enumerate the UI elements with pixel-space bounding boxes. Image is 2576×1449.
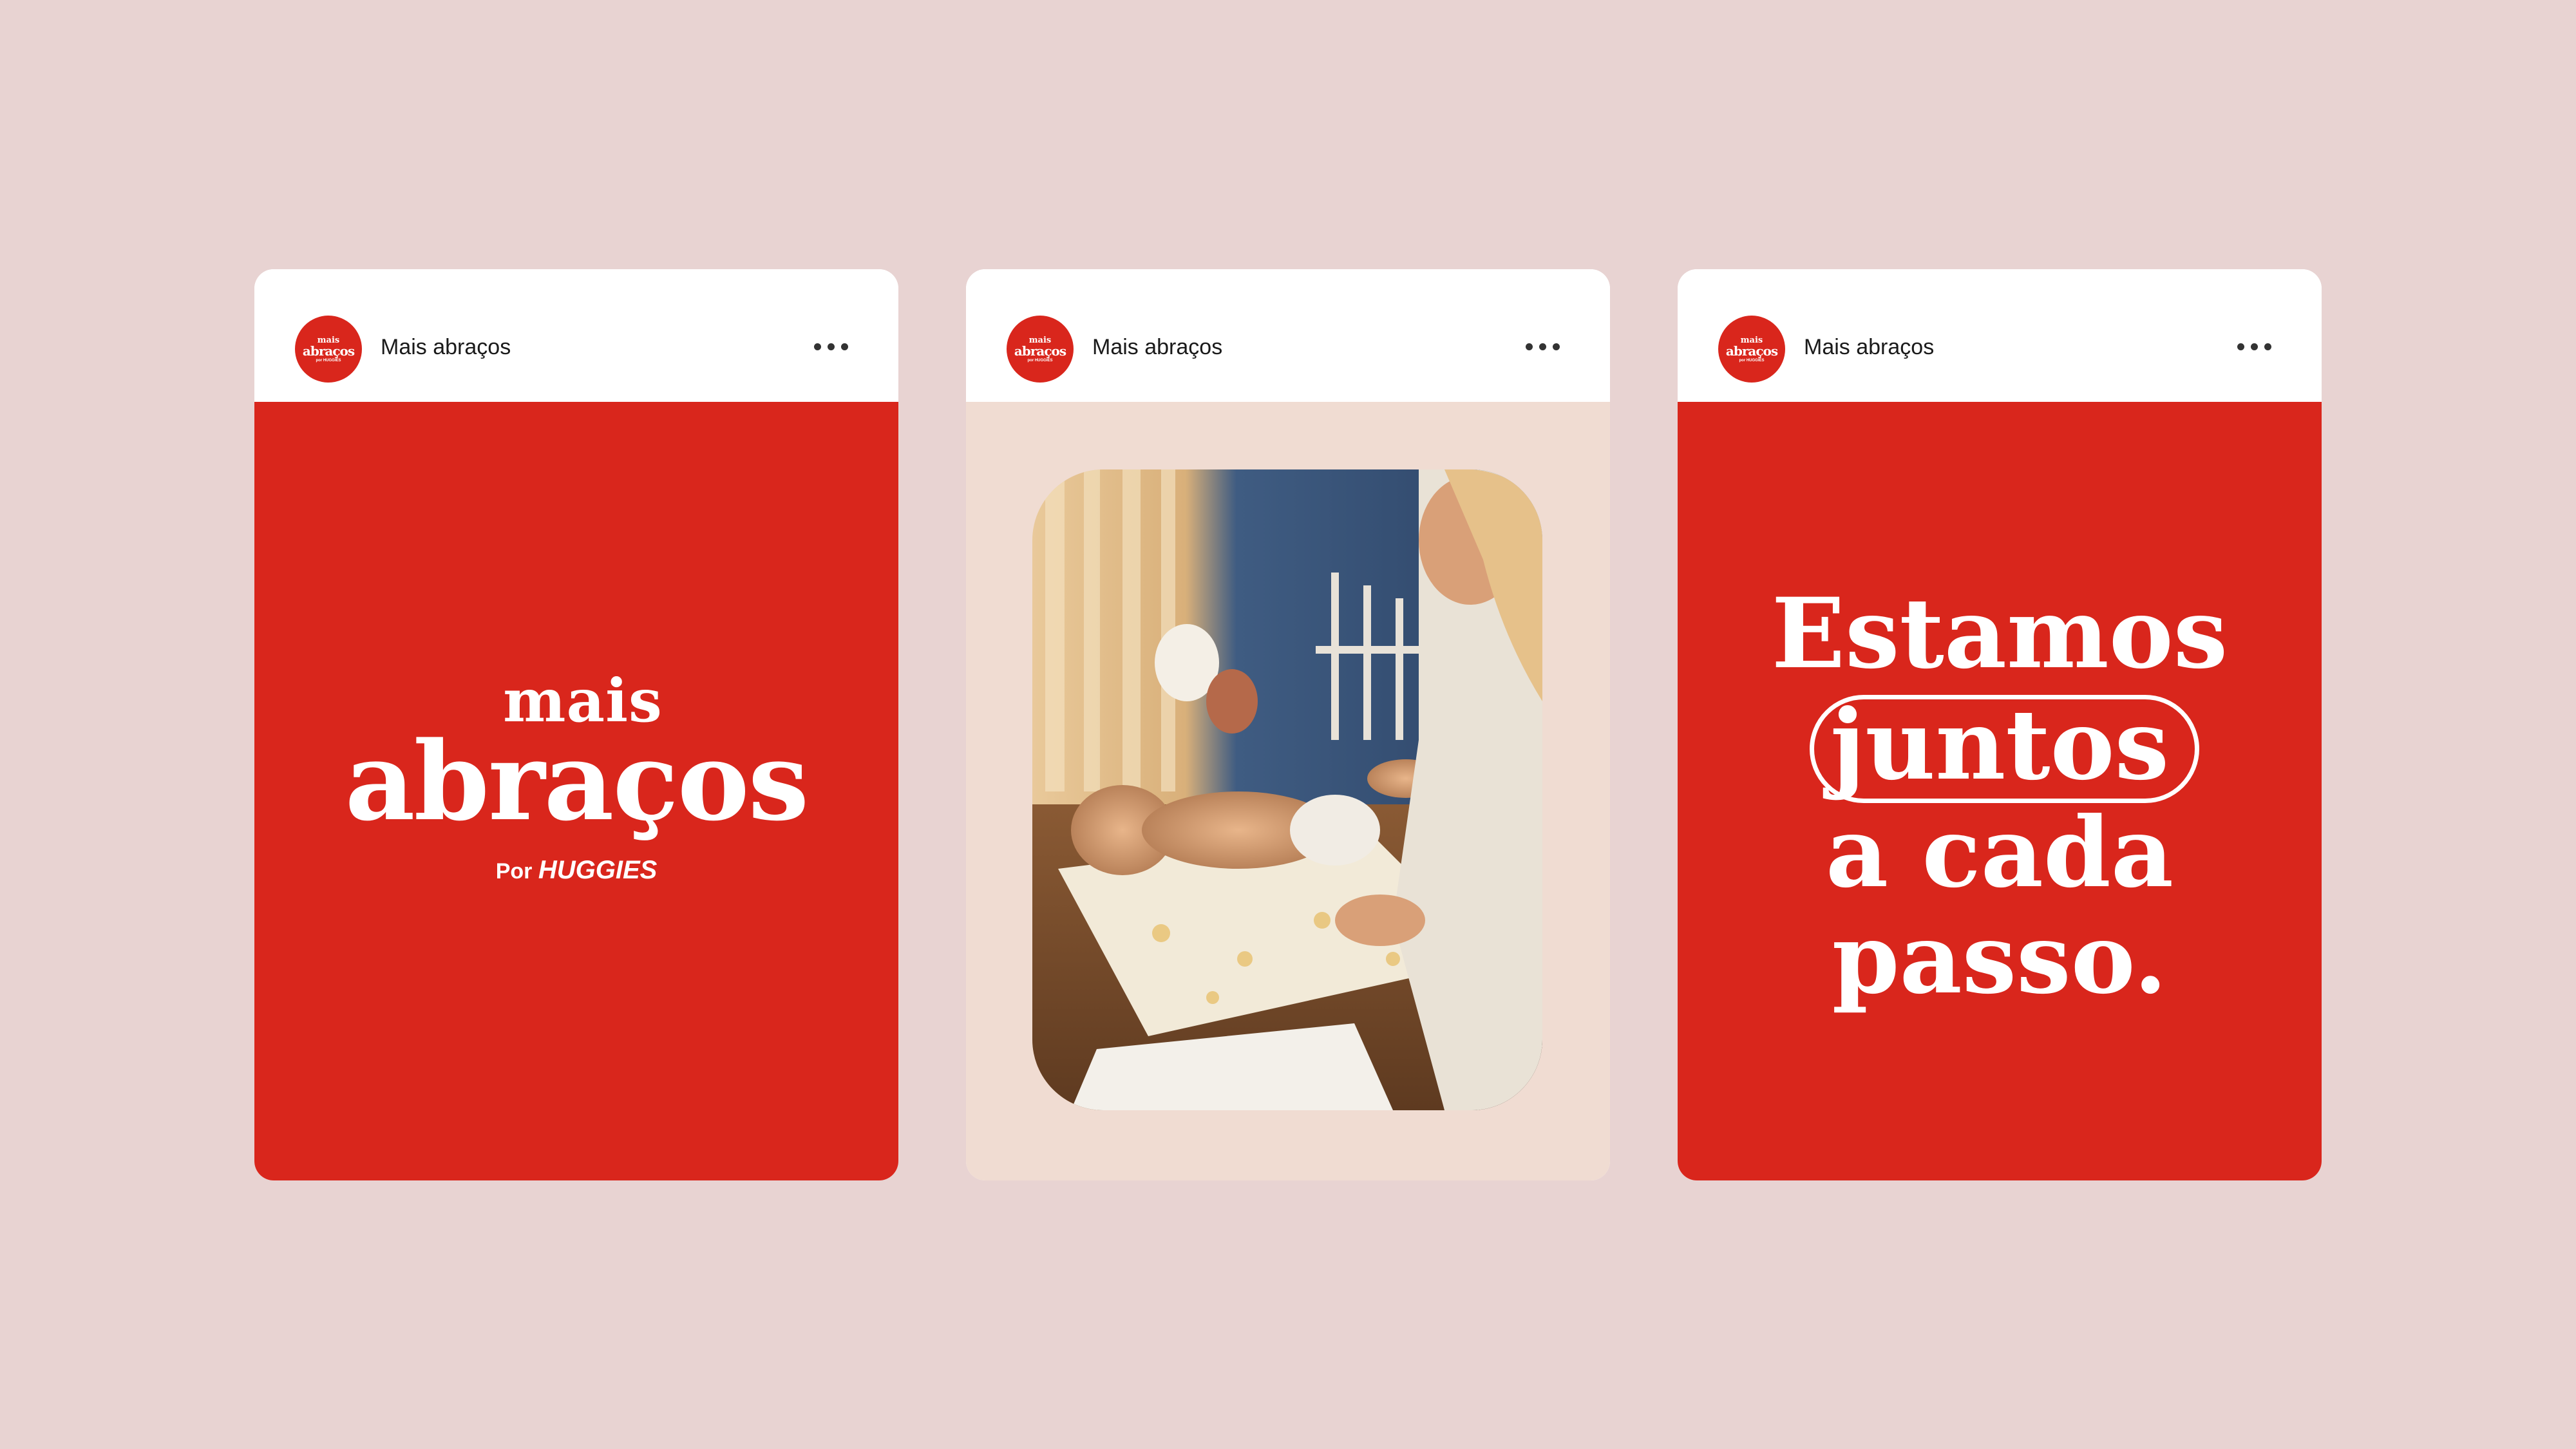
huggies-brand: HUGGIES: [538, 856, 658, 884]
account-avatar[interactable]: mais abraços por HUGGIES: [1007, 316, 1074, 383]
account-name[interactable]: Mais abraços: [381, 335, 511, 360]
post-image: Estamos juntos a cada passo.: [1678, 402, 2322, 1180]
account-avatar[interactable]: mais abraços por HUGGIES: [295, 316, 362, 383]
post-header: mais abraços por HUGGIES Mais abraços: [1678, 269, 2322, 402]
logo-byline: Por HUGGIES: [254, 856, 898, 885]
avatar-text: por HUGGIES: [316, 358, 341, 363]
byline-text: Por: [495, 859, 533, 884]
post-card-photo: mais abraços por HUGGIES Mais abraços: [966, 269, 1610, 1180]
more-options-icon[interactable]: [2237, 343, 2271, 350]
avatar-text: abraços: [1014, 343, 1066, 359]
slogan-line: Estamos: [1771, 577, 2228, 690]
post-image: mais abraços Por HUGGIES: [254, 402, 898, 1180]
account-name[interactable]: Mais abraços: [1804, 335, 1934, 360]
account-avatar[interactable]: mais abraços por HUGGIES: [1718, 316, 1785, 383]
slogan-line: passo.: [1832, 902, 2168, 1016]
more-options-icon[interactable]: [814, 343, 848, 350]
slogan-line-highlighted: juntos: [1830, 688, 2170, 802]
brand-logo: mais abraços Por HUGGIES: [254, 402, 898, 1180]
avatar-text: abraços: [1725, 343, 1778, 359]
post-header: mais abraços por HUGGIES Mais abraços: [966, 269, 1610, 402]
mother-baby-photo: [1032, 469, 1542, 1110]
photo-illustration: [1032, 469, 1542, 1110]
post-header: mais abraços por HUGGIES Mais abraços: [254, 269, 898, 402]
avatar-text: abraços: [302, 343, 355, 359]
avatar-text: por HUGGIES: [1027, 358, 1053, 363]
slogan-line: a cada: [1825, 796, 2174, 909]
account-name[interactable]: Mais abraços: [1092, 335, 1222, 360]
more-options-icon[interactable]: [1526, 343, 1560, 350]
avatar-text: por HUGGIES: [1739, 358, 1765, 363]
logo-line: abraços: [345, 717, 810, 845]
post-card-slogan: mais abraços por HUGGIES Mais abraços Es…: [1678, 269, 2322, 1180]
post-card-logo: mais abraços por HUGGIES Mais abraços ma…: [254, 269, 898, 1180]
post-image: [966, 402, 1610, 1180]
